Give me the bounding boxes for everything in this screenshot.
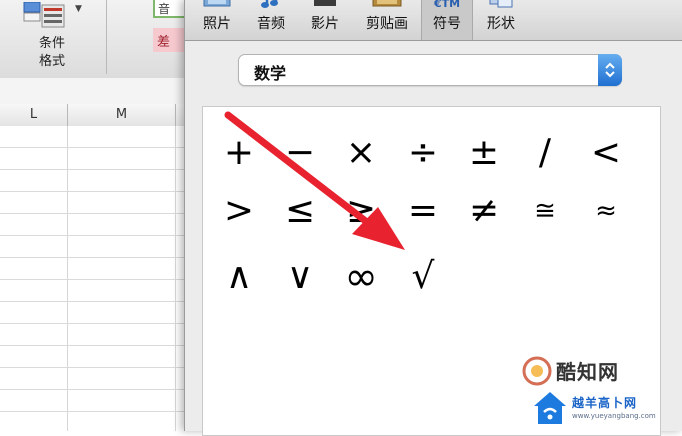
tab-photos[interactable]: 照片 xyxy=(191,0,243,40)
symbol-logical-and[interactable]: ∧ xyxy=(209,249,269,305)
column-headers: L M xyxy=(0,104,190,127)
symbol-category-select[interactable]: 数学 xyxy=(238,54,622,86)
tab-shapes-label: 形状 xyxy=(487,16,515,32)
tab-symbols[interactable]: €TM 符号 xyxy=(421,0,473,40)
watermark-emblem-icon xyxy=(522,356,552,386)
watermark-url: www.yueyangbang.com xyxy=(572,412,656,420)
tab-symbols-label: 符号 xyxy=(433,16,461,32)
select-stepper[interactable] xyxy=(598,54,622,86)
symbol-logical-or[interactable]: ∨ xyxy=(270,249,330,305)
symbol-less-equal[interactable]: ≤ xyxy=(270,183,330,239)
tab-clipart[interactable]: 剪贴画 xyxy=(355,0,419,40)
symbol-plus-minus[interactable]: ± xyxy=(454,125,514,181)
tab-movies-label: 影片 xyxy=(311,16,339,32)
symbol-less-than[interactable]: < xyxy=(576,125,636,181)
house-icon xyxy=(534,392,566,424)
media-browser-tabs: 照片 音频 影片 剪贴画 €TM 符号 形状 xyxy=(185,0,682,41)
music-note-icon xyxy=(256,0,286,14)
tab-audio-label: 音频 xyxy=(257,16,285,32)
symbol-minus[interactable]: − xyxy=(270,125,330,181)
conditional-format-icon[interactable] xyxy=(22,1,68,30)
tab-movies[interactable]: 影片 xyxy=(299,0,351,40)
ribbon-divider xyxy=(106,0,107,74)
formula-bar xyxy=(0,78,190,105)
symbol-equals[interactable]: = xyxy=(393,183,453,239)
watermark-site: 越羊高卜网 www.yueyangbang.com xyxy=(530,388,680,431)
symbol-divide[interactable]: ÷ xyxy=(393,125,453,181)
watermark-site-text: 越羊高卜网 xyxy=(572,396,638,410)
conditional-format-button[interactable]: 条件 格式 xyxy=(35,35,69,71)
updown-chevron-icon xyxy=(605,62,615,78)
tab-photos-label: 照片 xyxy=(203,16,231,32)
column-header-m[interactable]: M xyxy=(68,104,176,126)
symbol-category-value: 数学 xyxy=(254,64,287,83)
watermark-text: 酷知网 xyxy=(556,360,619,384)
watermark-logo: 酷知网 xyxy=(520,354,640,390)
tab-clipart-label: 剪贴画 xyxy=(366,16,408,32)
symbol-square-root[interactable]: √ xyxy=(393,249,453,305)
clipart-icon xyxy=(370,0,404,14)
symbol-slash[interactable]: / xyxy=(515,125,575,181)
symbol-multiply[interactable]: × xyxy=(331,125,391,181)
column-header-l[interactable]: L xyxy=(0,104,68,126)
symbol-congruent[interactable]: ≅ xyxy=(515,183,575,239)
tab-audio[interactable]: 音频 xyxy=(245,0,297,40)
symbol-greater-equal[interactable]: ≥ xyxy=(331,183,391,239)
symbol-approx[interactable]: ≈ xyxy=(576,183,636,239)
symbol-plus[interactable]: + xyxy=(209,125,269,181)
shape-icon xyxy=(486,0,516,14)
film-icon xyxy=(310,0,340,14)
symbol-greater-than[interactable]: > xyxy=(209,183,269,239)
conditional-format-label-1: 条件 xyxy=(38,36,65,51)
conditional-format-label-2: 格式 xyxy=(38,54,65,69)
cell-grid[interactable] xyxy=(0,126,190,431)
symbol-not-equal[interactable]: ≠ xyxy=(454,183,514,239)
excel-ribbon: ▼ 条件 格式 音 差 xyxy=(0,0,193,79)
chevron-down-icon[interactable]: ▼ xyxy=(75,4,82,14)
symbol-icon: €TM xyxy=(433,0,461,10)
photo-icon xyxy=(202,0,232,14)
tab-shapes[interactable]: 形状 xyxy=(475,0,527,40)
symbol-infinity[interactable]: ∞ xyxy=(331,249,391,305)
